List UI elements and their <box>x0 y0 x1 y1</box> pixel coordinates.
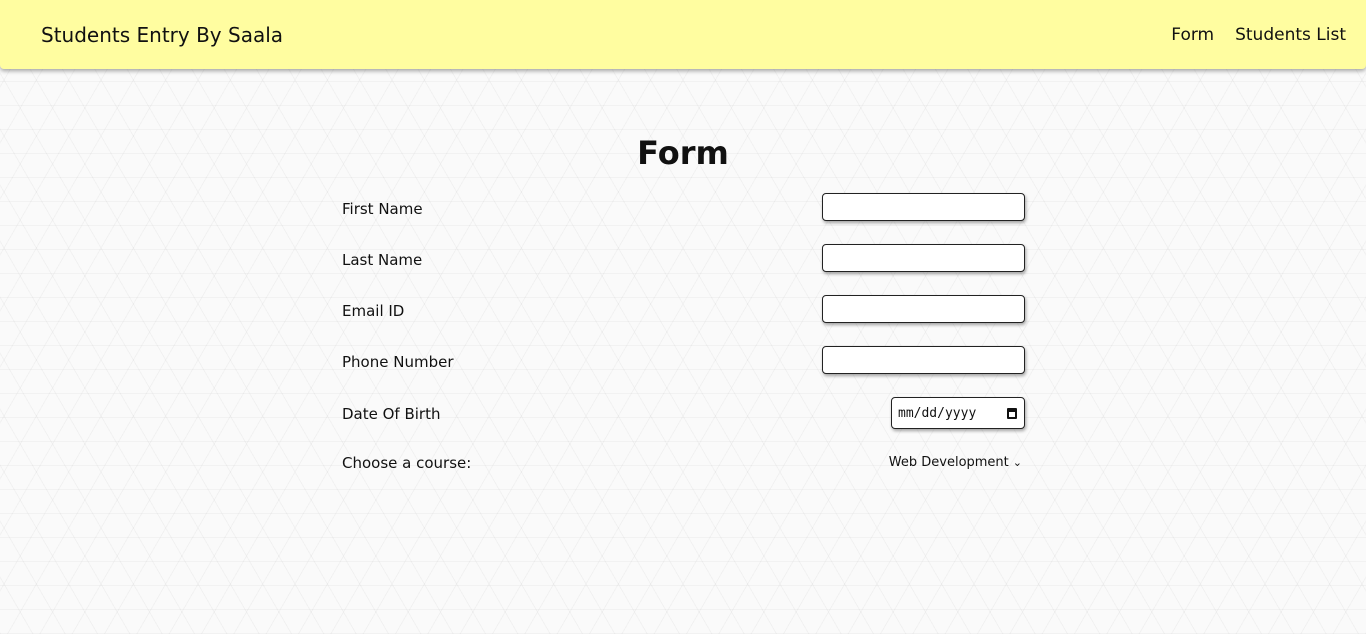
last-name-row: Last Name <box>342 244 1025 276</box>
dob-placeholder: mm/dd/yyyy <box>898 405 977 421</box>
email-label: Email ID <box>342 302 405 320</box>
phone-input[interactable] <box>822 346 1025 374</box>
nav-links: Form Students List <box>1171 24 1346 46</box>
course-row: Choose a course: Web Development ⌄ <box>342 451 1025 473</box>
dob-date-input[interactable]: mm/dd/yyyy <box>891 397 1025 429</box>
dob-row: Date Of Birth mm/dd/yyyy <box>342 397 1025 429</box>
last-name-label: Last Name <box>342 251 423 269</box>
brand-title[interactable]: Students Entry By Saala <box>41 22 283 48</box>
phone-label: Phone Number <box>342 353 454 371</box>
email-input[interactable] <box>822 295 1025 323</box>
first-name-input[interactable] <box>822 193 1025 221</box>
course-select[interactable]: Web Development ⌄ <box>889 451 1025 473</box>
form-title: Form <box>637 134 729 172</box>
calendar-icon[interactable] <box>1007 407 1017 419</box>
dob-label: Date Of Birth <box>342 405 441 423</box>
chevron-down-icon: ⌄ <box>1012 455 1022 469</box>
last-name-input[interactable] <box>822 244 1025 272</box>
course-label: Choose a course: <box>342 454 472 472</box>
navbar: Students Entry By Saala Form Students Li… <box>0 0 1366 69</box>
nav-link-form[interactable]: Form <box>1171 24 1214 46</box>
first-name-row: First Name <box>342 193 1025 225</box>
first-name-label: First Name <box>342 200 423 218</box>
phone-row: Phone Number <box>342 346 1025 378</box>
nav-link-students-list[interactable]: Students List <box>1235 24 1346 46</box>
course-selected-value: Web Development <box>888 454 1009 470</box>
email-row: Email ID <box>342 295 1025 327</box>
